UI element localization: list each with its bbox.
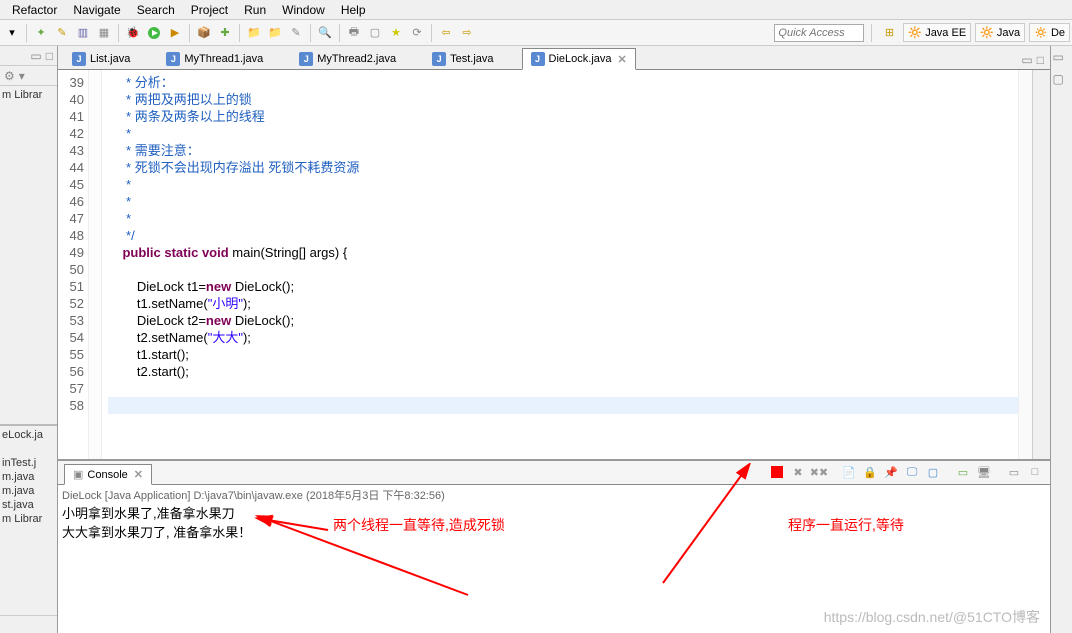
menu-navigate[interactable]: Navigate <box>65 3 128 17</box>
code-content[interactable]: * 分析： * 两把及两把以上的锁 * 两条及两条以上的线程 * * 需要注意：… <box>102 70 1018 459</box>
wand-icon[interactable]: ✎ <box>286 23 306 43</box>
perspective-javaee[interactable]: 🔆 Java EE <box>903 23 971 42</box>
scroll-lock-icon[interactable]: 🔒 <box>861 464 879 480</box>
monitor-icon[interactable]: 🖥 <box>975 464 993 480</box>
console-min-icon[interactable]: ▭ <box>1005 464 1023 480</box>
close-icon[interactable]: ✕ <box>618 53 627 66</box>
editor-scrollbar[interactable] <box>1032 70 1050 459</box>
tree-item[interactable]: inTest.j <box>0 456 57 470</box>
menu-help[interactable]: Help <box>333 3 374 17</box>
folder2-icon[interactable]: 📁 <box>265 23 285 43</box>
open-perspective-icon[interactable]: ⊞ <box>879 23 899 43</box>
terminate-button[interactable] <box>768 464 786 480</box>
menu-dropdown-icon[interactable]: ▾ <box>19 69 25 83</box>
new-wizard-icon[interactable]: ✦ <box>31 23 51 43</box>
open-console-icon[interactable]: ▢ <box>924 464 942 480</box>
star-icon[interactable]: ★ <box>386 23 406 43</box>
close-icon[interactable]: ✕ <box>134 468 143 481</box>
menu-project[interactable]: Project <box>183 3 236 17</box>
perspective-debug[interactable]: 🔅 De <box>1029 23 1070 42</box>
tab-maximize-icon[interactable]: □ <box>1037 53 1044 67</box>
new-package-icon[interactable]: 📦 <box>194 23 214 43</box>
tree-item[interactable]: st.java <box>0 498 57 512</box>
tab-minimize-icon[interactable]: ▭ <box>1021 53 1032 67</box>
tab-mythread2[interactable]: JMyThread2.java <box>291 49 404 69</box>
sync-icon[interactable]: ⟳ <box>407 23 427 43</box>
quick-access-area: ⊞ 🔆 Java EE 🔆 Java 🔅 De <box>774 23 1070 43</box>
console-output[interactable]: DieLock [Java Application] D:\java7\bin\… <box>58 485 1050 633</box>
display-console-icon[interactable]: 🖵 <box>903 464 921 480</box>
menu-bar: Refactor Navigate Search Project Run Win… <box>0 0 1072 20</box>
right-trim: ▭ ▢ <box>1050 46 1072 633</box>
left-scrollbar[interactable] <box>0 615 57 633</box>
new-console-icon[interactable]: ▭ <box>954 464 972 480</box>
java-file-icon: J <box>531 52 545 66</box>
java-file-icon: J <box>299 52 313 66</box>
console-panel: ▣ Console ✕ ✖ ✖✖ 📄 🔒 📌 🖵 ▢ ▭ 🖥 <box>58 460 1050 633</box>
pin-console-icon[interactable]: 📌 <box>882 464 900 480</box>
search-icon[interactable]: 🔍 <box>315 23 335 43</box>
maximize-icon[interactable]: □ <box>46 49 53 63</box>
print-icon[interactable]: 🖶 <box>344 23 364 43</box>
folding-ruler <box>88 70 102 459</box>
console-max-icon[interactable]: □ <box>1026 464 1044 480</box>
java-file-icon: J <box>72 52 86 66</box>
outline-icon[interactable]: ▦ <box>94 23 114 43</box>
menu-run[interactable]: Run <box>236 3 274 17</box>
package-explorer: ▭ □ ⚙ ▾ m Librar eLock.ja inTest.j m.jav… <box>0 46 58 633</box>
run-icon[interactable] <box>144 23 164 43</box>
watermark: https://blog.csdn.net/@51CTO博客 <box>824 607 1040 627</box>
java-file-icon: J <box>432 52 446 66</box>
tab-dielock[interactable]: JDieLock.java ✕ <box>522 48 636 70</box>
overview-ruler <box>1018 70 1032 459</box>
console-line: 大大拿到水果刀了, 准备拿水果！ <box>62 522 1046 541</box>
folder1-icon[interactable]: 📁 <box>244 23 264 43</box>
tab-test[interactable]: JTest.java <box>424 49 501 69</box>
menu-refactor[interactable]: Refactor <box>4 3 65 17</box>
console-icon: ▣ <box>73 468 83 481</box>
outline-icon[interactable]: ▢ <box>1053 72 1071 90</box>
link-editor-icon[interactable]: ⚙ <box>4 69 15 83</box>
edit-icon[interactable]: ✎ <box>52 23 72 43</box>
remove-launch-icon[interactable]: ✖ <box>789 464 807 480</box>
tree-item[interactable]: m.java <box>0 484 57 498</box>
remove-all-icon[interactable]: ✖✖ <box>810 464 828 480</box>
console-header: DieLock [Java Application] D:\java7\bin\… <box>62 487 1046 503</box>
tab-mythread1[interactable]: JMyThread1.java <box>158 49 271 69</box>
debug-icon[interactable]: 🐞 <box>123 23 143 43</box>
quick-access-input[interactable] <box>774 24 864 42</box>
console-toolbar: ✖ ✖✖ 📄 🔒 📌 🖵 ▢ ▭ 🖥 ▭ □ <box>768 464 1050 484</box>
java-file-icon: J <box>166 52 180 66</box>
tab-list-java[interactable]: JList.java <box>64 49 138 69</box>
editor-tabs: JList.java JMyThread1.java JMyThread2.ja… <box>58 46 1050 70</box>
book-icon[interactable]: ▥ <box>73 23 93 43</box>
box-icon[interactable]: ▢ <box>365 23 385 43</box>
code-editor[interactable]: 3940414243444546474849505152535455565758… <box>58 70 1050 460</box>
clear-console-icon[interactable]: 📄 <box>840 464 858 480</box>
menu-search[interactable]: Search <box>129 3 183 17</box>
restore-icon[interactable]: ▭ <box>1053 50 1071 68</box>
new-type-icon[interactable]: ✚ <box>215 23 235 43</box>
tree-item[interactable]: m Librar <box>0 88 57 102</box>
run-last-icon[interactable]: ▶ <box>165 23 185 43</box>
console-line: 小明拿到水果了,准备拿水果刀 <box>62 503 1046 522</box>
back-icon[interactable]: ⇦ <box>436 23 456 43</box>
tree-item[interactable]: eLock.ja <box>0 428 57 442</box>
menu-window[interactable]: Window <box>274 3 333 17</box>
perspective-java[interactable]: 🔆 Java <box>975 23 1025 42</box>
console-tab[interactable]: ▣ Console ✕ <box>64 464 152 485</box>
tree-item[interactable]: m.java <box>0 470 57 484</box>
main-toolbar: ▾ ✦ ✎ ▥ ▦ 🐞 ▶ 📦 ✚ 📁 📁 ✎ 🔍 🖶 ▢ ★ ⟳ ⇦ ⇨ ⊞ … <box>0 20 1072 46</box>
minimize-icon[interactable]: ▭ <box>30 49 41 63</box>
forward-icon[interactable]: ⇨ <box>457 23 477 43</box>
tree-item[interactable]: m Librar <box>0 512 57 526</box>
toolbar-dropdown-icon[interactable]: ▾ <box>2 23 22 43</box>
line-gutter: 3940414243444546474849505152535455565758 <box>58 70 88 459</box>
